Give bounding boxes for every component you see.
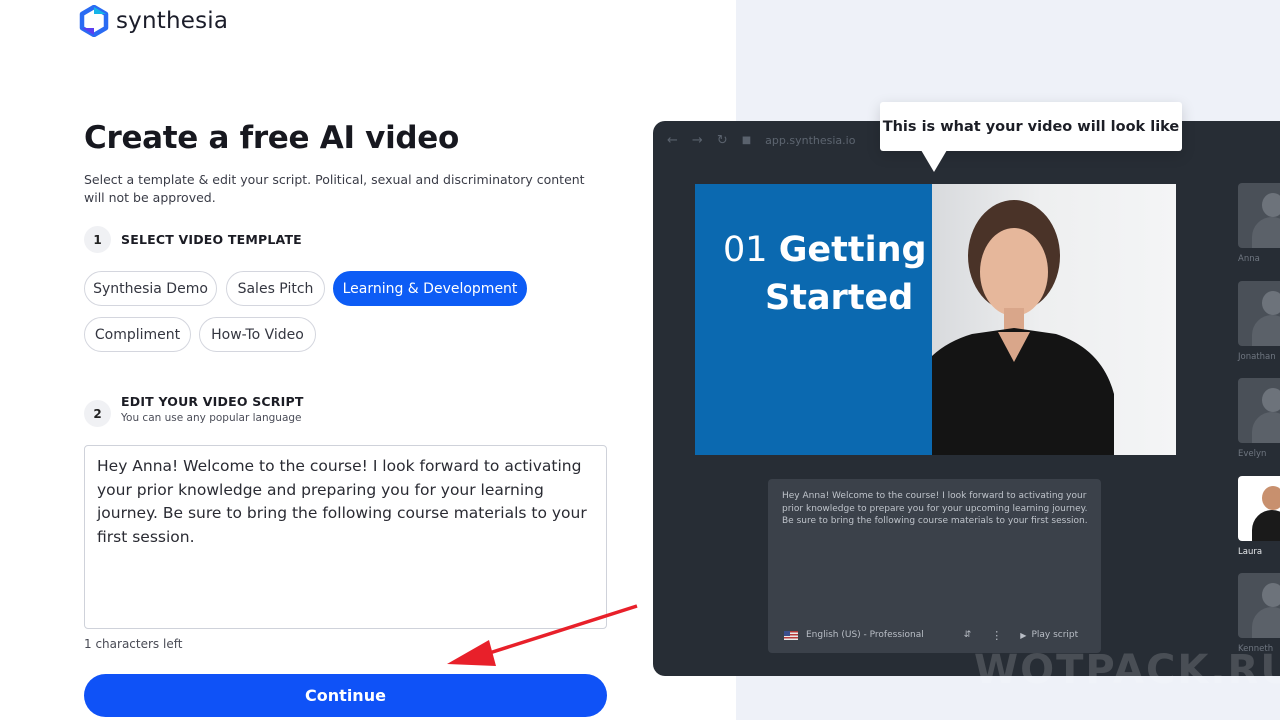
avatar-item-evelyn[interactable]: Evelyn: [1238, 378, 1280, 459]
avatar-name: Laura: [1238, 547, 1263, 557]
step-2-title: EDIT YOUR VIDEO SCRIPT: [121, 394, 304, 409]
avatar-thumbnail: [1238, 378, 1280, 443]
video-title-panel: 01 Getting Started: [695, 184, 932, 455]
step-2-subtitle: You can use any popular language: [121, 412, 302, 424]
more-options-icon[interactable]: ⋮: [991, 629, 1002, 642]
script-preview-box: Hey Anna! Welcome to the course! I look …: [768, 479, 1101, 653]
video-title: 01 Getting Started: [723, 226, 927, 322]
template-chip-how-to-video[interactable]: How-To Video: [199, 317, 316, 352]
step-2-number: 2: [84, 400, 111, 427]
page-subtitle: Select a template & edit your script. Po…: [84, 172, 585, 205]
video-title-line-1: Getting: [778, 230, 927, 270]
avatar-thumbnail: [1238, 281, 1280, 346]
preview-tooltip: This is what your video will look like: [880, 102, 1182, 151]
step-1-title: SELECT VIDEO TEMPLATE: [121, 232, 302, 247]
language-select[interactable]: English (US) - Professional: [806, 630, 924, 640]
continue-button[interactable]: Continue: [84, 674, 607, 717]
step-2-header: 2 EDIT YOUR VIDEO SCRIPT You can use any…: [84, 392, 304, 427]
avatar-item-anna[interactable]: Anna: [1238, 183, 1280, 264]
avatar-thumbnail: [1238, 476, 1280, 541]
back-arrow-icon: ←: [667, 132, 678, 148]
tooltip-pointer: [921, 150, 947, 172]
step-1-header: 1 SELECT VIDEO TEMPLATE: [84, 226, 302, 253]
video-title-line-2: Started: [765, 278, 914, 318]
video-presenter-area: [910, 184, 1176, 455]
us-flag-icon: [784, 630, 798, 640]
avatar-name: Evelyn: [1238, 449, 1267, 459]
script-preview-toolbar: English (US) - Professional ⇵ ⋮ ▶ Play s…: [768, 624, 1101, 646]
play-icon: ▶: [1020, 630, 1027, 640]
video-title-number: 01: [723, 230, 768, 270]
avatar-thumbnail: [1238, 573, 1280, 638]
page-title: Create a free AI video: [84, 120, 460, 156]
avatar-name: Anna: [1238, 254, 1260, 264]
avatar-name: Jonathan: [1238, 352, 1276, 362]
brand-name: synthesia: [116, 8, 229, 34]
play-script-button[interactable]: Play script: [1031, 630, 1078, 640]
reload-icon: ↻: [716, 132, 728, 148]
lock-icon: ■: [741, 134, 752, 146]
synthesia-logo-icon: [79, 5, 109, 37]
template-chip-synthesia-demo[interactable]: Synthesia Demo: [84, 271, 217, 306]
avatar-thumbnail: [1238, 183, 1280, 248]
script-preview-text: Hey Anna! Welcome to the course! I look …: [782, 491, 1088, 526]
avatar-item-jonathan[interactable]: Jonathan: [1238, 281, 1280, 362]
form-panel: synthesia Create a free AI video Select …: [0, 0, 736, 720]
forward-arrow-icon: →: [691, 132, 703, 148]
presenter-avatar: [910, 200, 1114, 455]
brand-logo[interactable]: synthesia: [78, 5, 228, 37]
step-1-number: 1: [84, 226, 111, 253]
select-arrows-icon: ⇵: [963, 630, 972, 640]
template-chip-compliment[interactable]: Compliment: [84, 317, 191, 352]
avatar-item-laura[interactable]: Laura: [1238, 476, 1280, 557]
browser-url: app.synthesia.io: [765, 133, 856, 147]
script-textarea[interactable]: Hey Anna! Welcome to the course! I look …: [84, 445, 607, 629]
avatar-item-kenneth[interactable]: Kenneth: [1238, 573, 1280, 654]
video-preview: 01 Getting Started: [695, 184, 1176, 455]
watermark-text: WOTPACK.RU: [974, 647, 1280, 693]
template-chip-sales-pitch[interactable]: Sales Pitch: [226, 271, 325, 306]
characters-left-counter: 1 characters left: [84, 637, 183, 651]
template-chip-learning-development[interactable]: Learning & Development: [333, 271, 527, 306]
